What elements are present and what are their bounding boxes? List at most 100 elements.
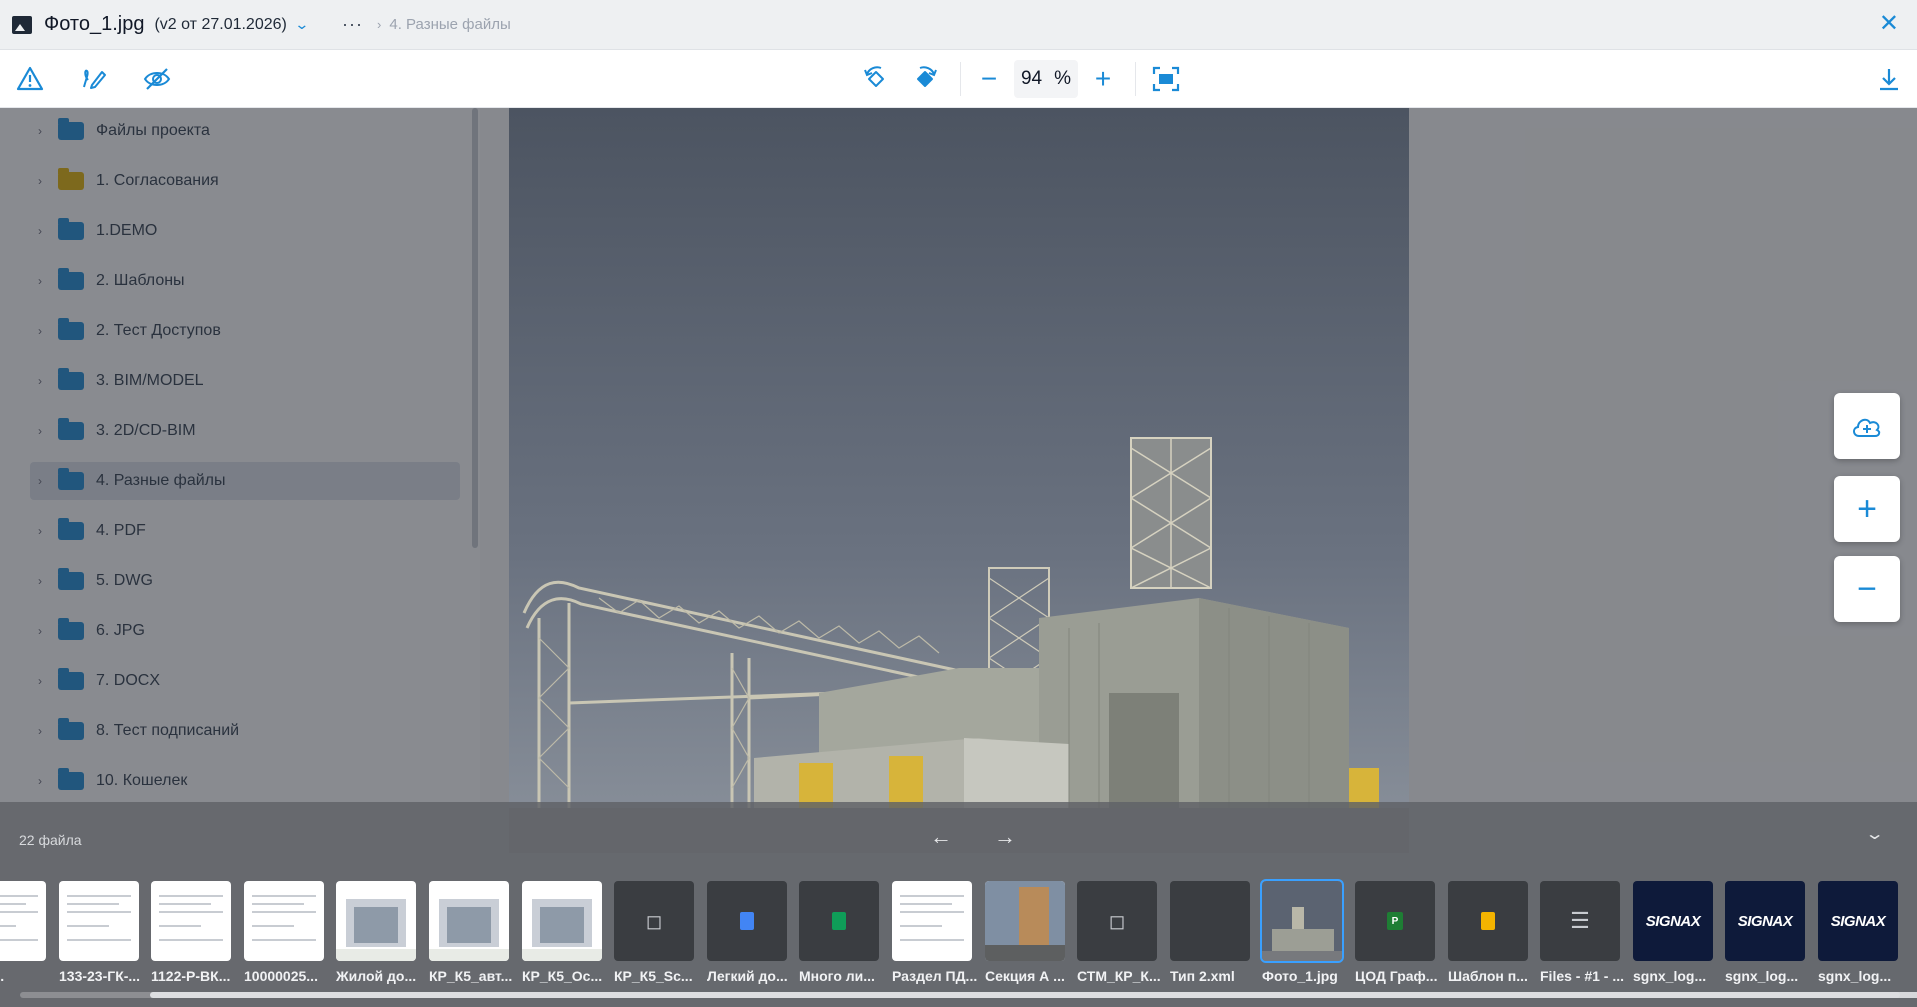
viewer-header: Фото_1.jpg (v2 от 27.01.2026) ⌄ ··· › 4.… — [0, 0, 1917, 50]
folder-icon — [58, 568, 84, 590]
scrollbar-thumb[interactable] — [150, 992, 1917, 998]
tree-item[interactable]: › 6. JPG — [30, 612, 145, 650]
tree-item[interactable]: › 10. Кошелек — [30, 762, 187, 800]
chevron-right-icon[interactable]: › — [30, 124, 50, 138]
tree-item[interactable]: › 4. PDF — [30, 512, 146, 550]
version-label: (v2 от 27.01.2026) — [154, 15, 287, 33]
chevron-right-icon[interactable]: › — [30, 474, 50, 488]
thumbnail-label: 133-23-ГК-... — [59, 968, 141, 984]
annotate-button[interactable] — [78, 63, 110, 95]
upload-version-button[interactable] — [1834, 393, 1900, 459]
chevron-right-icon[interactable]: › — [30, 624, 50, 638]
file-thumbnail[interactable] — [59, 881, 139, 961]
tree-item[interactable]: › 4. Разные файлы — [30, 462, 460, 500]
download-button[interactable] — [1873, 63, 1905, 95]
version-selector[interactable]: (v2 от 27.01.2026) ⌄ — [154, 15, 310, 34]
chevron-down-icon[interactable]: ⌄ — [1865, 824, 1885, 844]
file-thumbnail[interactable] — [522, 881, 602, 961]
file-thumbnail[interactable] — [799, 881, 879, 961]
chevron-right-icon[interactable]: › — [30, 574, 50, 588]
file-thumbnail[interactable] — [1448, 881, 1528, 961]
chevron-right-icon[interactable]: › — [30, 674, 50, 688]
tree-item[interactable]: › Файлы проекта — [30, 112, 210, 150]
chevron-down-icon: ⌄ — [294, 15, 310, 32]
file-thumbnail[interactable]: ☰ — [1540, 881, 1620, 961]
toolbar-divider — [1135, 62, 1136, 96]
tree-item-label: 3. 2D/CD-BIM — [96, 422, 196, 439]
file-thumbnail[interactable]: SIGNAX — [1818, 881, 1898, 961]
tree-item[interactable]: › 2. Тест Доступов — [30, 312, 221, 350]
tree-item[interactable]: › 7. DOCX — [30, 662, 160, 700]
file-thumbnail[interactable]: SIGNAX — [1633, 881, 1713, 961]
hide-markup-button[interactable] — [141, 63, 173, 95]
file-thumbnail[interactable] — [892, 881, 972, 961]
thumbnail-label: КР_К5_Sc... — [614, 968, 693, 984]
zoom-unit: % — [1054, 68, 1072, 89]
file-thumbnail[interactable] — [151, 881, 231, 961]
chevron-right-icon[interactable]: › — [30, 424, 50, 438]
tree-item-label: 10. Кошелек — [96, 772, 188, 789]
file-thumbnail[interactable]: SIGNAX — [1725, 881, 1805, 961]
thumbnail-label: Много ли... — [799, 968, 875, 984]
file-thumbnail[interactable] — [336, 881, 416, 961]
folder-icon — [58, 718, 84, 740]
folder-icon — [58, 618, 84, 640]
tree-item[interactable]: › 5. DWG — [30, 562, 153, 600]
thumbnail-label: КР_К5_Ос... — [522, 968, 603, 984]
close-button[interactable]: ✕ — [1879, 12, 1899, 36]
breadcrumb-folder[interactable]: 4. Разные файлы — [389, 16, 510, 33]
signax-logo: SIGNAX — [1830, 912, 1886, 930]
tree-item[interactable]: › 1.DEMO — [30, 212, 157, 250]
chevron-right-icon[interactable]: › — [30, 774, 50, 788]
file-thumbnail[interactable] — [429, 881, 509, 961]
chevron-right-icon[interactable]: › — [30, 174, 50, 188]
file-thumbnail[interactable] — [1170, 881, 1250, 961]
file-thumbnail[interactable] — [0, 881, 46, 961]
viewer-image[interactable] — [509, 108, 1409, 853]
viewer-zoom-in-button[interactable]: + — [1834, 476, 1900, 542]
zoom-input[interactable]: 94 % — [1014, 60, 1078, 98]
file-thumbnail[interactable] — [707, 881, 787, 961]
tree-item-label: 4. Разные файлы — [96, 472, 226, 489]
chevron-right-icon[interactable]: › — [30, 274, 50, 288]
folder-icon — [58, 768, 84, 790]
file-thumbnail[interactable]: ◻ — [1077, 881, 1157, 961]
more-button[interactable]: ··· — [342, 14, 363, 35]
tree-item-label: 5. DWG — [96, 572, 153, 589]
file-thumbnail[interactable]: P — [1355, 881, 1435, 961]
tree-item[interactable]: › 3. 2D/CD-BIM — [30, 412, 196, 450]
tree-item[interactable]: › 3. BIM/MODEL — [30, 362, 204, 400]
tree-scrollbar[interactable] — [472, 108, 478, 548]
file-thumbnail[interactable]: ◻ — [614, 881, 694, 961]
warning-button[interactable] — [14, 63, 46, 95]
chevron-right-icon[interactable]: › — [30, 724, 50, 738]
chevron-right-icon[interactable]: › — [30, 224, 50, 238]
chevron-right-icon[interactable]: › — [30, 324, 50, 338]
chevron-right-icon: › — [377, 17, 382, 32]
zoom-value: 94 — [1020, 68, 1043, 89]
chevron-right-icon[interactable]: › — [30, 374, 50, 388]
arrow-left-icon[interactable]: ← — [930, 824, 952, 850]
filmstrip-scrollbar[interactable] — [20, 992, 1917, 998]
tree-item-label: 6. JPG — [96, 622, 145, 639]
file-thumbnail[interactable] — [244, 881, 324, 961]
rotate-left-button[interactable] — [860, 63, 892, 95]
cloud-upload-icon — [1853, 418, 1881, 437]
file-thumbnail[interactable] — [985, 881, 1065, 961]
chevron-right-icon[interactable]: › — [30, 524, 50, 538]
file-thumbnail[interactable] — [1260, 879, 1344, 963]
tree-item-label: 1. Согласования — [96, 172, 219, 189]
arrow-right-icon[interactable]: → — [994, 824, 1016, 850]
tree-item[interactable]: › 1. Согласования — [30, 162, 219, 200]
tree-item[interactable]: › 2. Шаблоны — [30, 262, 185, 300]
rotate-right-button[interactable] — [909, 63, 941, 95]
fit-screen-button[interactable] — [1150, 63, 1182, 95]
zoom-out-button[interactable]: − — [973, 63, 1005, 95]
folder-icon — [58, 418, 84, 440]
viewer-zoom-out-button[interactable]: − — [1834, 556, 1900, 622]
tree-item[interactable]: › 8. Тест подписаний — [30, 712, 239, 750]
thumbnail-label: Шаблон п... — [1448, 968, 1528, 984]
folder-icon — [58, 118, 84, 140]
folder-icon — [58, 368, 84, 390]
zoom-in-button[interactable]: + — [1087, 63, 1119, 95]
